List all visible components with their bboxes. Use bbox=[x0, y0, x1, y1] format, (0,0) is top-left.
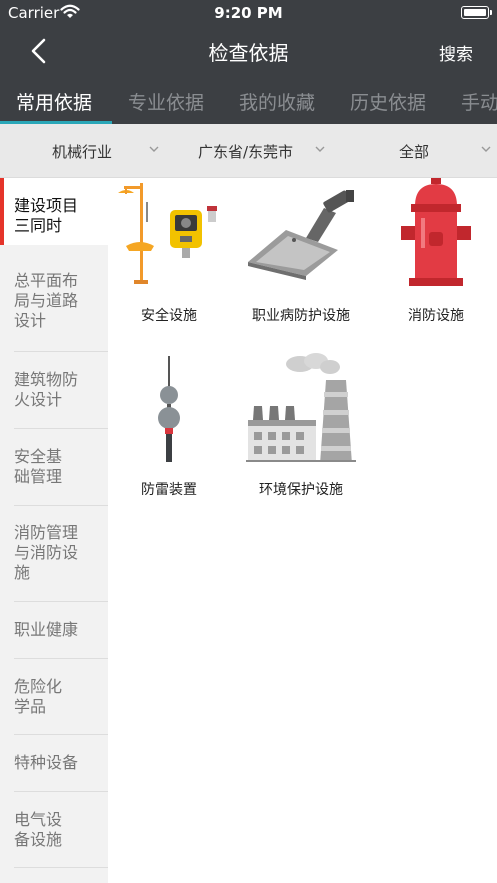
category-sidebar: 建设项目 三同时 总平面布 局与道路 设计 建筑物防 火设计 安全基 础管理 消… bbox=[0, 178, 108, 883]
scope-filter[interactable]: 全部 bbox=[399, 141, 429, 162]
filter-bar: 机械行业 广东省/东莞市 全部 bbox=[0, 124, 497, 178]
sidebar-item-label: 危险化 学品 bbox=[14, 677, 63, 716]
grid-item-label: 消防设施 bbox=[408, 308, 464, 324]
sidebar-item-label: 职业健康 bbox=[14, 620, 79, 639]
clock: 9:20 PM bbox=[214, 4, 283, 22]
chevron-down-icon bbox=[315, 146, 325, 152]
grid-item-occupational-protection[interactable]: 职业病防护设施 bbox=[236, 178, 366, 328]
sidebar-item-fire-management[interactable]: 消防管理 与消防设 施 bbox=[0, 506, 108, 602]
region-filter[interactable]: 广东省/东莞市 bbox=[198, 141, 293, 162]
sidebar-item-label: 特种设备 bbox=[14, 753, 79, 772]
sidebar-item-label: 安全基 础管理 bbox=[14, 447, 63, 486]
grid-item-label: 环境保护设施 bbox=[259, 482, 343, 498]
sidebar-item-label: 总平面布 局与道路 设计 bbox=[14, 271, 79, 330]
sidebar-item-safety-basics[interactable]: 安全基 础管理 bbox=[0, 429, 108, 506]
factory-icon bbox=[246, 353, 356, 462]
page-title: 检查依据 bbox=[208, 41, 289, 65]
chevron-down-icon bbox=[149, 146, 159, 152]
grid-item-lightning-protection[interactable]: 防雷装置 bbox=[104, 352, 234, 502]
sidebar-item-occupational-health[interactable]: 职业健康 bbox=[0, 602, 108, 659]
sidebar-item-label: 建设项目 三同时 bbox=[14, 196, 79, 235]
search-button[interactable]: 搜索 bbox=[439, 40, 473, 65]
sidebar-item-label: 电气设 备设施 bbox=[14, 810, 63, 849]
header: Carrier 9:20 PM 检查依据 搜索 常用依据 专业依据 我的收藏 历… bbox=[0, 0, 497, 124]
grid-item-label: 防雷装置 bbox=[141, 482, 197, 498]
tab-common[interactable]: 常用依据 bbox=[16, 88, 92, 115]
lightning-rod-icon bbox=[158, 356, 180, 462]
battery-icon bbox=[461, 6, 492, 19]
status-bar: Carrier 9:20 PM bbox=[0, 0, 497, 26]
grid-item-label: 职业病防护设施 bbox=[252, 308, 350, 324]
sidebar-item-label: 消防管理 与消防设 施 bbox=[14, 523, 79, 582]
safety-facility-icon bbox=[118, 183, 217, 284]
sidebar-item-fire-design[interactable]: 建筑物防 火设计 bbox=[0, 352, 108, 429]
grid-item-environmental-protection[interactable]: 环境保护设施 bbox=[236, 352, 366, 502]
sidebar-item-construction[interactable]: 建设项目 三同时 bbox=[0, 178, 108, 245]
nav-bar: 检查依据 搜索 bbox=[0, 26, 497, 76]
tab-history[interactable]: 历史依据 bbox=[350, 88, 426, 115]
fire-hydrant-icon bbox=[401, 178, 471, 286]
sidebar-item-hazardous-chemicals[interactable]: 危险化 学品 bbox=[0, 659, 108, 735]
sidebar-item-label: 建筑物防 火设计 bbox=[14, 370, 79, 409]
sidebar-item-electrical[interactable]: 电气设 备设施 bbox=[0, 792, 108, 868]
grid-item-fire-facility[interactable]: 消防设施 bbox=[371, 178, 497, 328]
tab-bar: 常用依据 专业依据 我的收藏 历史依据 手动 bbox=[0, 82, 497, 124]
chevron-down-icon bbox=[481, 146, 491, 152]
sidebar-item-layout-roads[interactable]: 总平面布 局与道路 设计 bbox=[0, 245, 108, 352]
tab-professional[interactable]: 专业依据 bbox=[128, 88, 204, 115]
tab-favorites[interactable]: 我的收藏 bbox=[239, 88, 315, 115]
grid-item-label: 安全设施 bbox=[141, 308, 197, 324]
dust-collector-icon bbox=[248, 190, 354, 280]
tab-manual[interactable]: 手动 bbox=[461, 88, 497, 115]
sidebar-item-special-equipment[interactable]: 特种设备 bbox=[0, 735, 108, 792]
industry-filter[interactable]: 机械行业 bbox=[52, 141, 112, 162]
grid-item-safety-facility[interactable]: 安全设施 bbox=[104, 178, 234, 328]
